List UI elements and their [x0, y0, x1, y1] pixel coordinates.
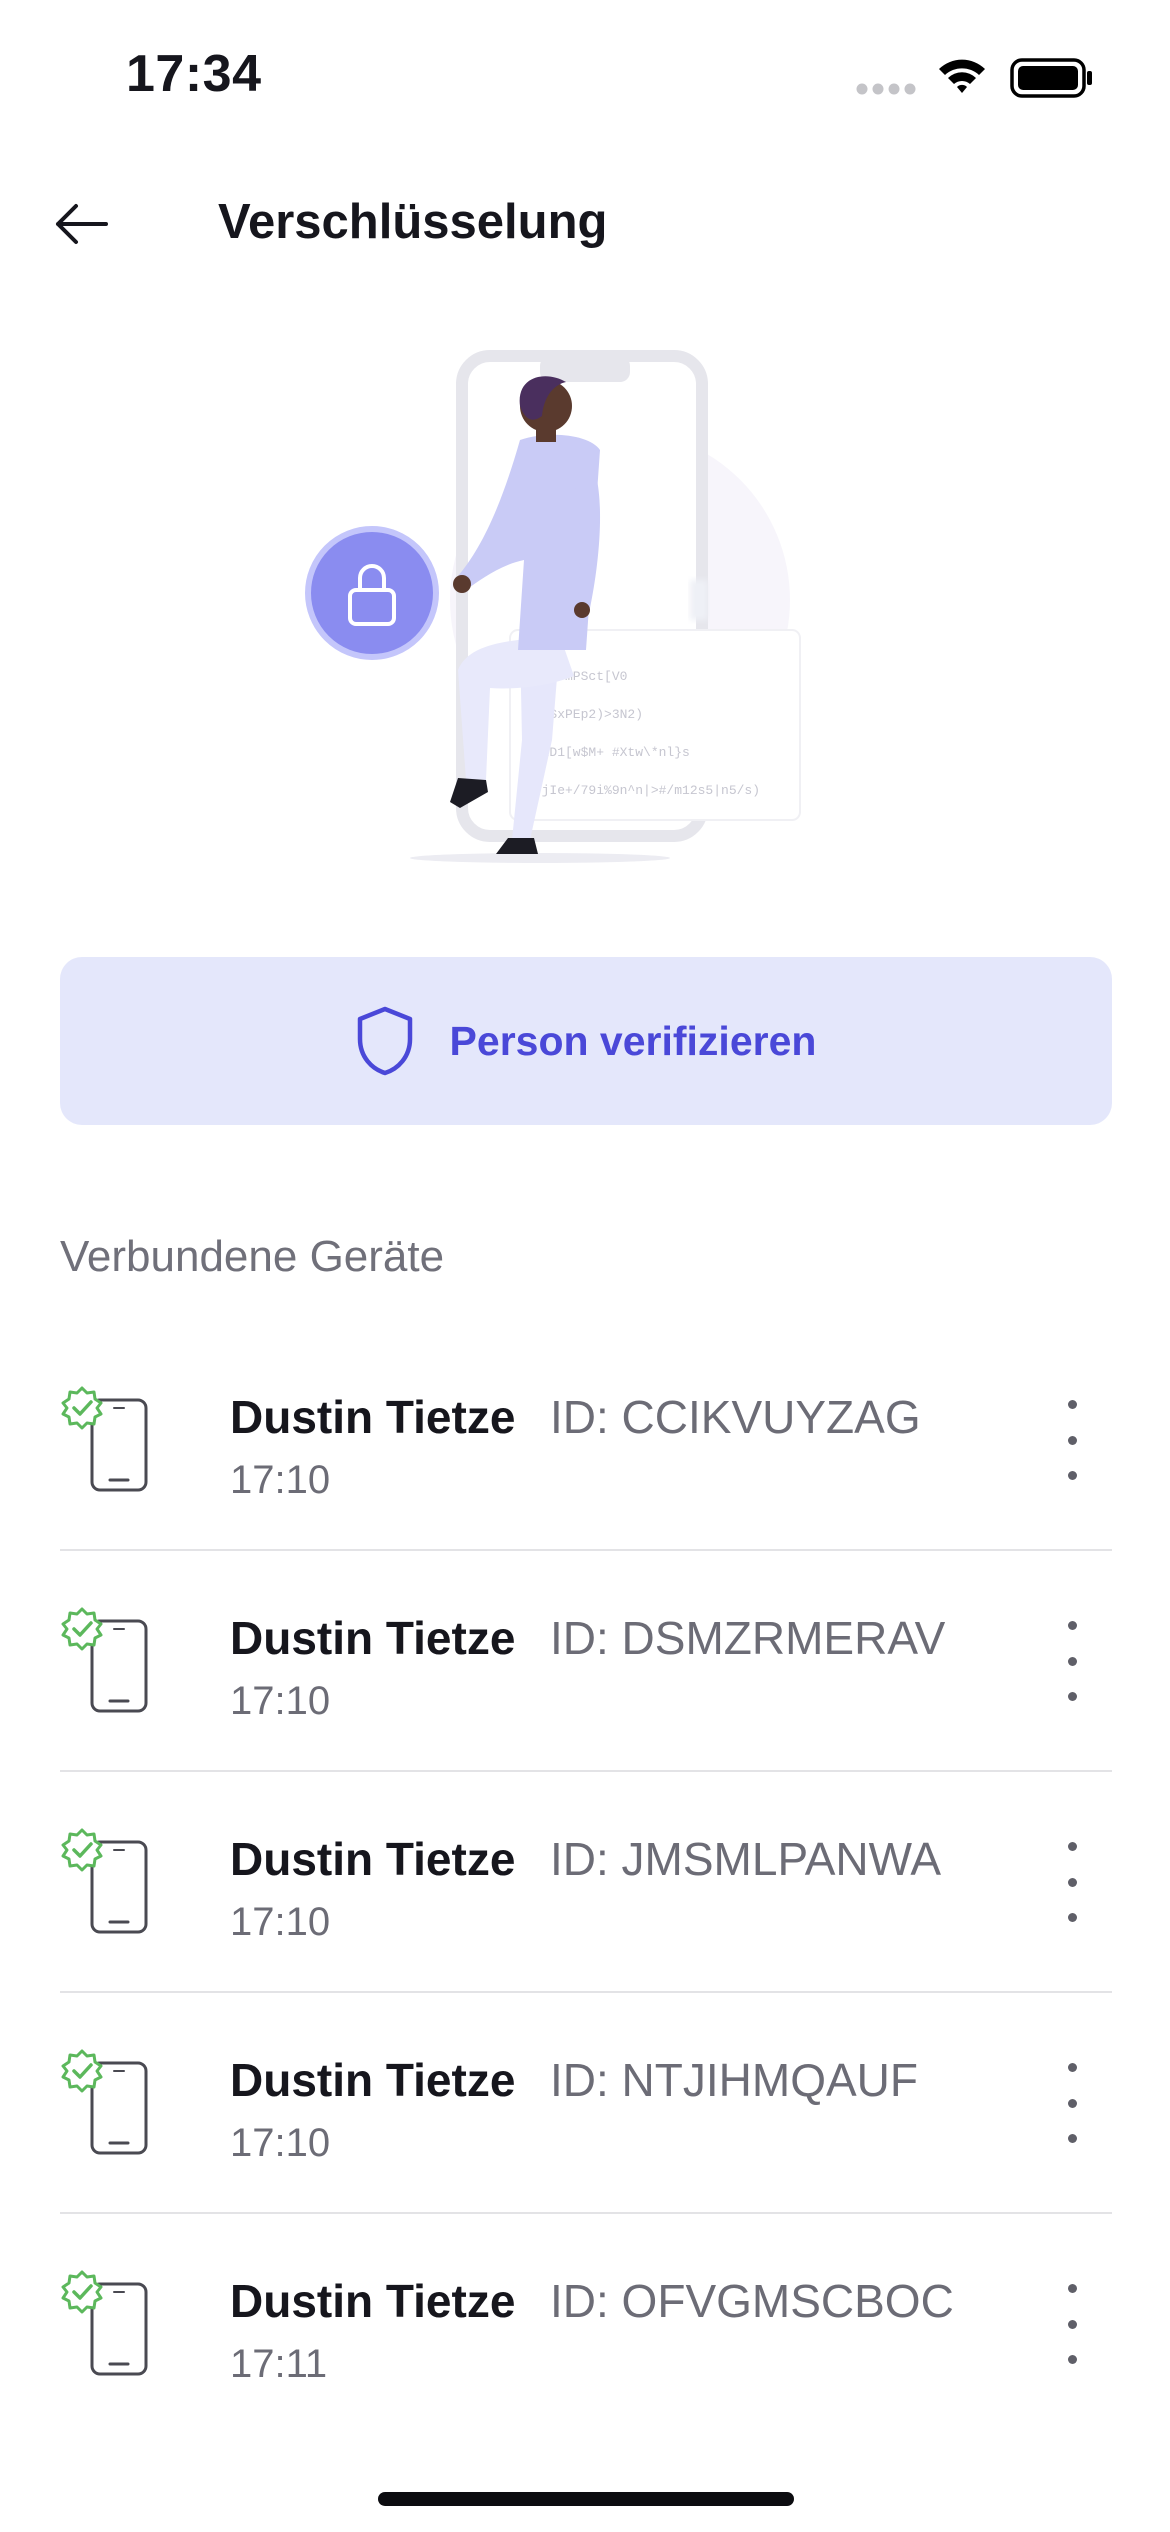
more-options-button[interactable] — [1052, 2284, 1092, 2364]
verify-person-label: Person verifizieren — [449, 1017, 817, 1064]
smartphone-icon — [61, 2049, 148, 2155]
encryption-illustration: $#N^SmPSct[V0 Iq(SxPEp2)>3N2) A4xD1[w$M+… — [305, 350, 801, 863]
smartphone-icon — [61, 2270, 148, 2376]
device-row[interactable]: Dustin Tietze ID: JMSMLPANWA 17:10 — [60, 1772, 1112, 1993]
device-row[interactable]: Dustin Tietze ID: DSMZRMERAV 17:10 — [60, 1551, 1112, 1772]
verified-badge-icon — [61, 1386, 103, 1430]
wifi-icon — [939, 59, 985, 93]
more-options-button[interactable] — [1052, 1621, 1092, 1701]
device-time: 17:10 — [230, 1900, 331, 1944]
more-options-button[interactable] — [1052, 2063, 1092, 2143]
shield-icon — [356, 1005, 414, 1077]
verified-badge-icon — [61, 1607, 103, 1651]
device-time: 17:10 — [230, 1458, 331, 1502]
verified-badge-icon — [61, 1828, 103, 1872]
device-time: 17:10 — [230, 1679, 331, 1723]
device-name: Dustin Tietze — [230, 2054, 516, 2106]
connected-devices-title: Verbundene Geräte — [60, 1232, 445, 1281]
verify-person-button[interactable]: Person verifizieren — [60, 957, 1112, 1125]
device-name: Dustin Tietze — [230, 1612, 516, 1664]
smartphone-icon — [61, 1607, 148, 1713]
more-options-button[interactable] — [1052, 1400, 1092, 1480]
smartphone-icon — [61, 1386, 148, 1492]
code-line: A4xD1[w$M+ #Xtw\*nl}s — [526, 745, 690, 760]
lock-circle — [305, 526, 439, 660]
device-row[interactable]: Dustin Tietze ID: NTJIHMQAUF 17:10 — [60, 1993, 1112, 2214]
battery-icon — [1010, 58, 1092, 98]
device-name: Dustin Tietze — [230, 1833, 516, 1885]
page-title: Verschlüsselung — [218, 195, 608, 249]
device-id: ID: CCIKVUYZAG — [550, 1391, 921, 1443]
device-id: ID: NTJIHMQAUF — [550, 2054, 918, 2106]
device-id: ID: DSMZRMERAV — [550, 1612, 946, 1664]
device-row[interactable]: Dustin Tietze ID: OFVGMSCBOC 17:11 — [60, 2214, 1112, 2433]
verified-badge-icon — [61, 2270, 103, 2314]
device-name: Dustin Tietze — [230, 2275, 516, 2327]
device-row[interactable]: Dustin Tietze ID: CCIKVUYZAG 17:10 — [60, 1330, 1112, 1551]
status-time: 17:34 — [126, 45, 262, 103]
device-list: Dustin Tietze ID: CCIKVUYZAG 17:10 Dusti… — [60, 1330, 1112, 2433]
smartphone-icon — [61, 1828, 148, 1934]
device-time: 17:10 — [230, 2121, 331, 2165]
device-id: ID: OFVGMSCBOC — [550, 2275, 954, 2327]
home-indicator — [378, 2492, 794, 2506]
device-name: Dustin Tietze — [230, 1391, 516, 1443]
back-button[interactable] — [52, 196, 118, 252]
more-options-button[interactable] — [1052, 1842, 1092, 1922]
code-line: #(jIe+/79i%9n^n|>#/m12s5|n5/s) — [526, 783, 760, 798]
verified-badge-icon — [61, 2049, 103, 2093]
arrow-left-icon — [56, 204, 108, 244]
status-bar: 17:34 — [0, 0, 1170, 150]
device-time: 17:11 — [230, 2342, 328, 2386]
device-id: ID: JMSMLPANWA — [550, 1833, 942, 1885]
cellular-signal-icon — [856, 83, 916, 95]
